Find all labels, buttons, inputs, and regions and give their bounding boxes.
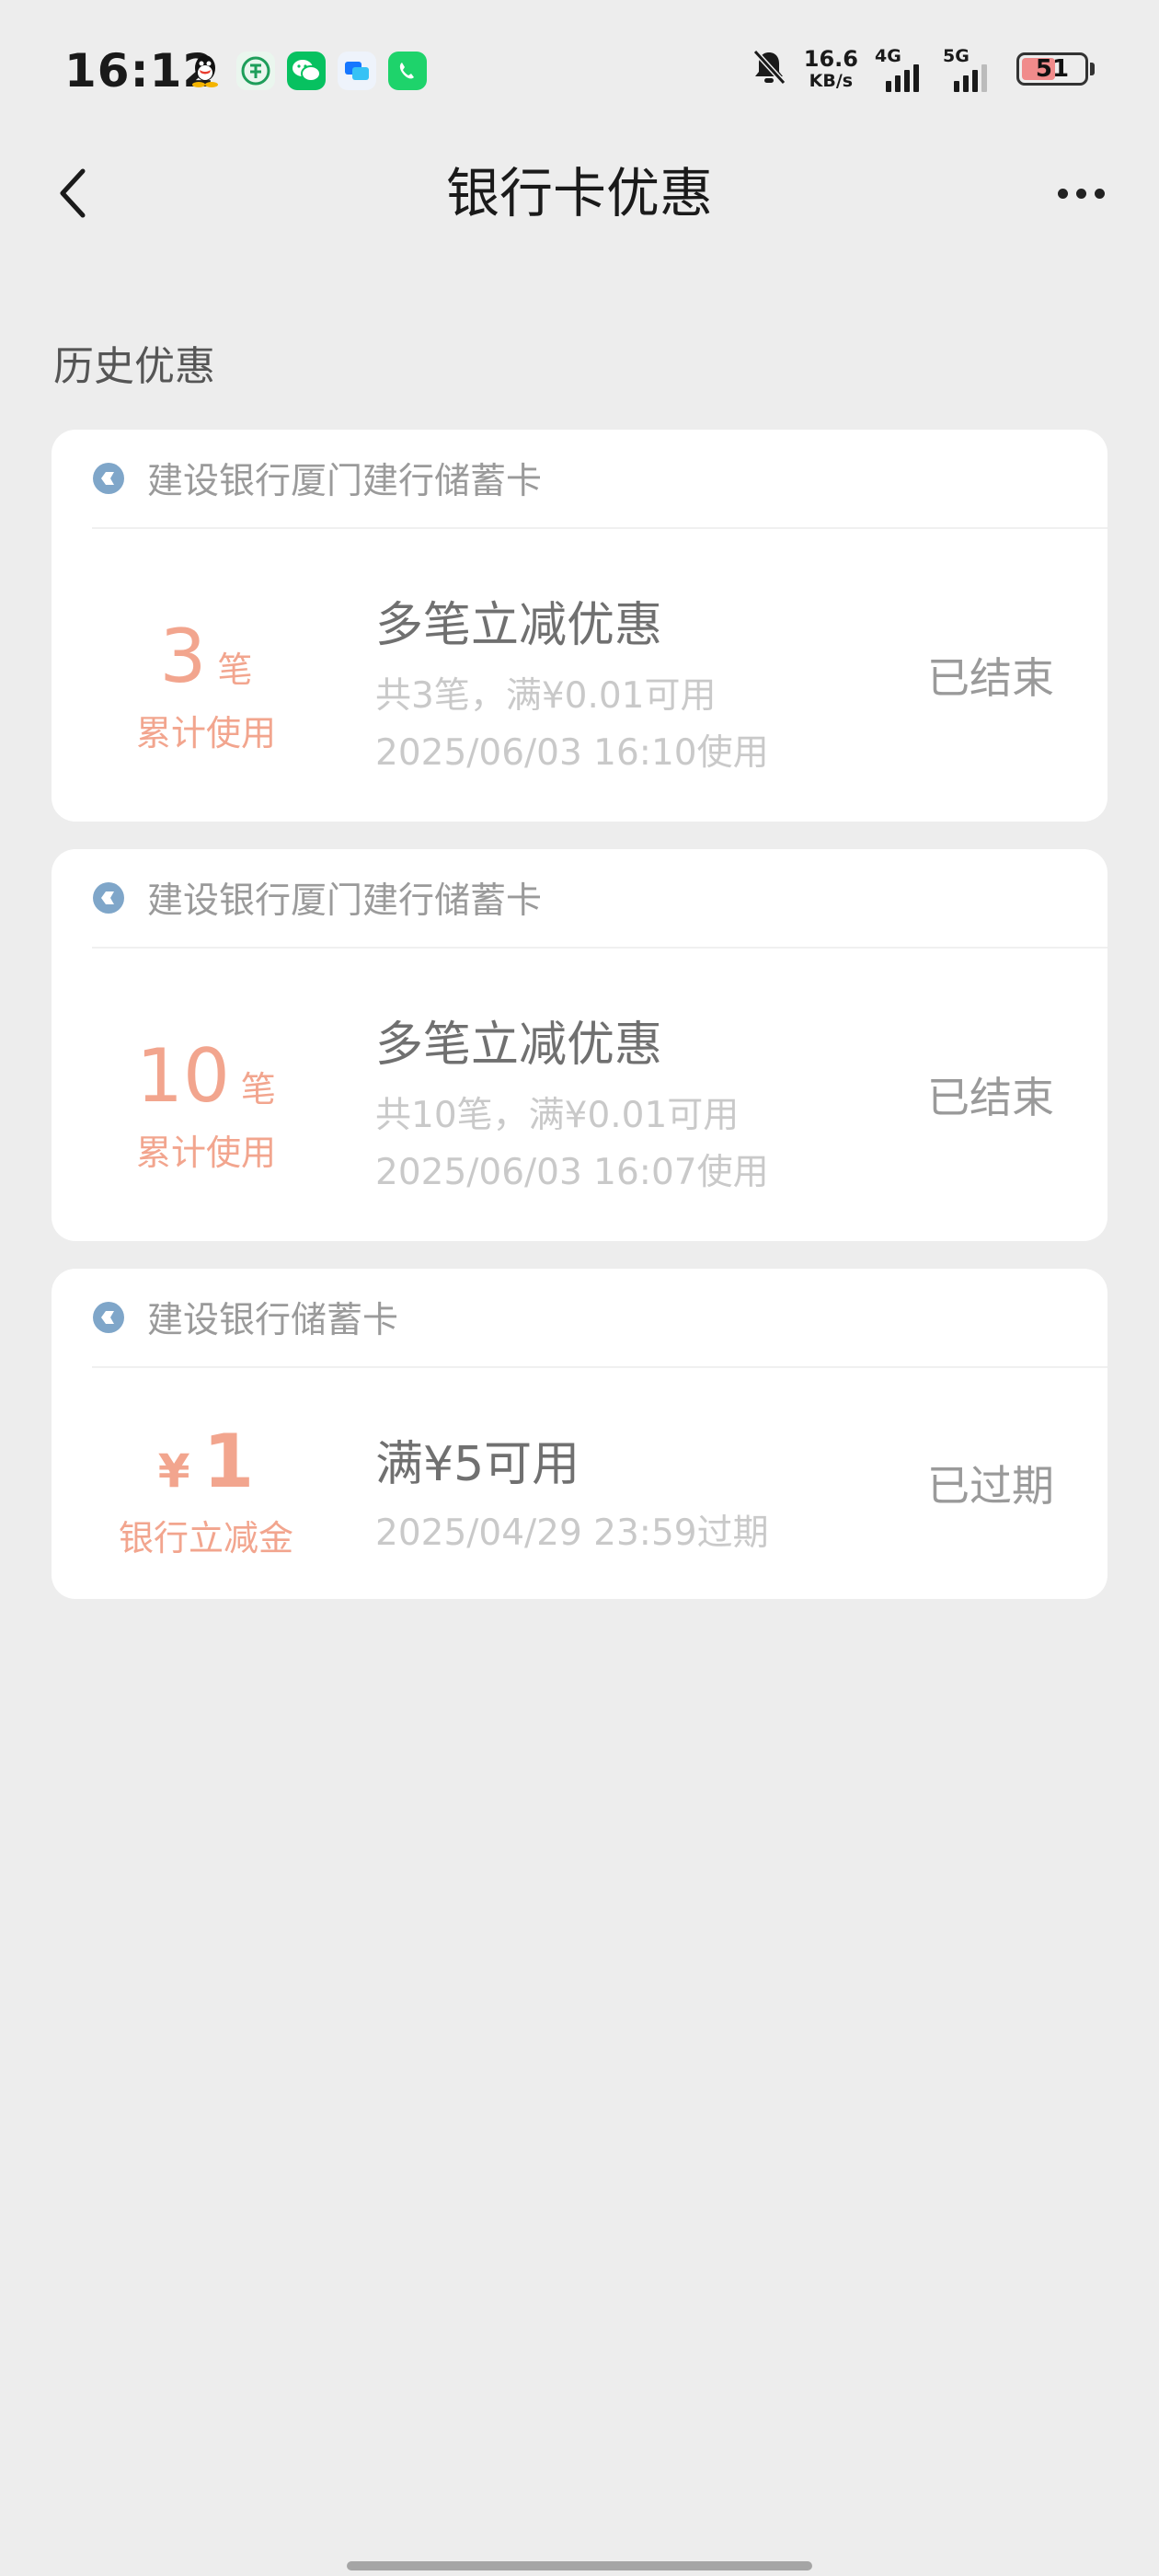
coupon-condition: 共10笔，满¥0.01可用 — [375, 1095, 740, 1136]
bank-name: 建设银行厦门建行储蓄卡 — [147, 880, 543, 922]
bank-name: 建设银行储蓄卡 — [147, 1300, 399, 1341]
battery-level: 51 — [1035, 55, 1070, 83]
count-unit: 笔 — [240, 1069, 276, 1110]
card-header: 建设银行储蓄卡 — [92, 1269, 1107, 1368]
card-header: 建设银行厦门建行储蓄卡 — [92, 430, 1107, 529]
use-count: 3 — [159, 614, 207, 699]
battery-icon: 51 — [1016, 52, 1088, 86]
status-bar: 16:12 16.6 KB/s 4G 5G 51 — [0, 0, 1159, 138]
call-app-icon — [388, 52, 427, 90]
section-title: 历史优惠 — [53, 343, 215, 390]
notification-icons — [186, 52, 427, 90]
message-app-icon — [338, 52, 376, 90]
signal-5g-icon: 5G — [943, 44, 994, 94]
coupon-amount: 10 笔 累计使用 — [52, 1040, 361, 1175]
discount-amount: 1 — [202, 1419, 255, 1504]
system-indicators: 16.6 KB/s 4G 5G 51 — [751, 44, 1095, 94]
home-indicator[interactable] — [347, 2561, 812, 2570]
qq-icon — [186, 52, 224, 90]
coupon-card[interactable]: 建设银行厦门建行储蓄卡 10 笔 累计使用 多笔立减优惠 共10笔，满¥0.01… — [52, 849, 1107, 1241]
use-count: 10 — [136, 1033, 230, 1119]
coupon-sub-label: 累计使用 — [135, 1133, 276, 1173]
coupon-card[interactable]: 建设银行厦门建行储蓄卡 3 笔 累计使用 多笔立减优惠 共3笔，满¥0.01可用… — [52, 430, 1107, 822]
more-dots-icon — [1057, 188, 1068, 199]
coupon-condition: 共3笔，满¥0.01可用 — [375, 675, 717, 717]
status-badge: 已结束 — [927, 1073, 1054, 1122]
wechat-icon — [287, 52, 326, 90]
coupon-amount: ¥ 1 银行立减金 — [52, 1425, 361, 1560]
status-badge: 已过期 — [927, 1461, 1054, 1511]
coupon-title: 多笔立减优惠 — [375, 1018, 663, 1073]
nav-bar: 银行卡优惠 — [0, 138, 1159, 248]
coupon-title: 多笔立减优惠 — [375, 598, 663, 653]
coupon-sub-label: 银行立减金 — [118, 1518, 293, 1558]
coupon-time: 2025/06/03 16:07使用 — [375, 1152, 769, 1193]
card-header: 建设银行厦门建行储蓄卡 — [92, 849, 1107, 949]
coupon-title: 满¥5可用 — [375, 1437, 580, 1492]
status-badge: 已结束 — [927, 653, 1054, 703]
coupon-time: 2025/06/03 16:10使用 — [375, 732, 769, 774]
bank-app-icon — [236, 52, 275, 90]
coupon-expiry: 2025/04/29 23:59过期 — [375, 1512, 769, 1554]
mute-icon — [751, 48, 787, 90]
ccb-logo-icon — [93, 1302, 124, 1333]
more-button[interactable] — [1039, 156, 1122, 230]
currency-symbol: ¥ — [157, 1444, 190, 1498]
coupon-amount: 3 笔 累计使用 — [52, 620, 361, 755]
network-speed: 16.6 KB/s — [803, 46, 858, 91]
signal-4g-icon: 4G — [875, 44, 926, 94]
coupon-sub-label: 累计使用 — [135, 713, 276, 753]
page-title: 银行卡优惠 — [445, 162, 713, 224]
coupon-card[interactable]: 建设银行储蓄卡 ¥ 1 银行立减金 满¥5可用 2025/04/29 23:59… — [52, 1269, 1107, 1599]
ccb-logo-icon — [93, 882, 124, 914]
count-unit: 笔 — [217, 650, 253, 690]
ccb-logo-icon — [93, 463, 124, 494]
bank-name: 建设银行厦门建行储蓄卡 — [147, 461, 543, 502]
